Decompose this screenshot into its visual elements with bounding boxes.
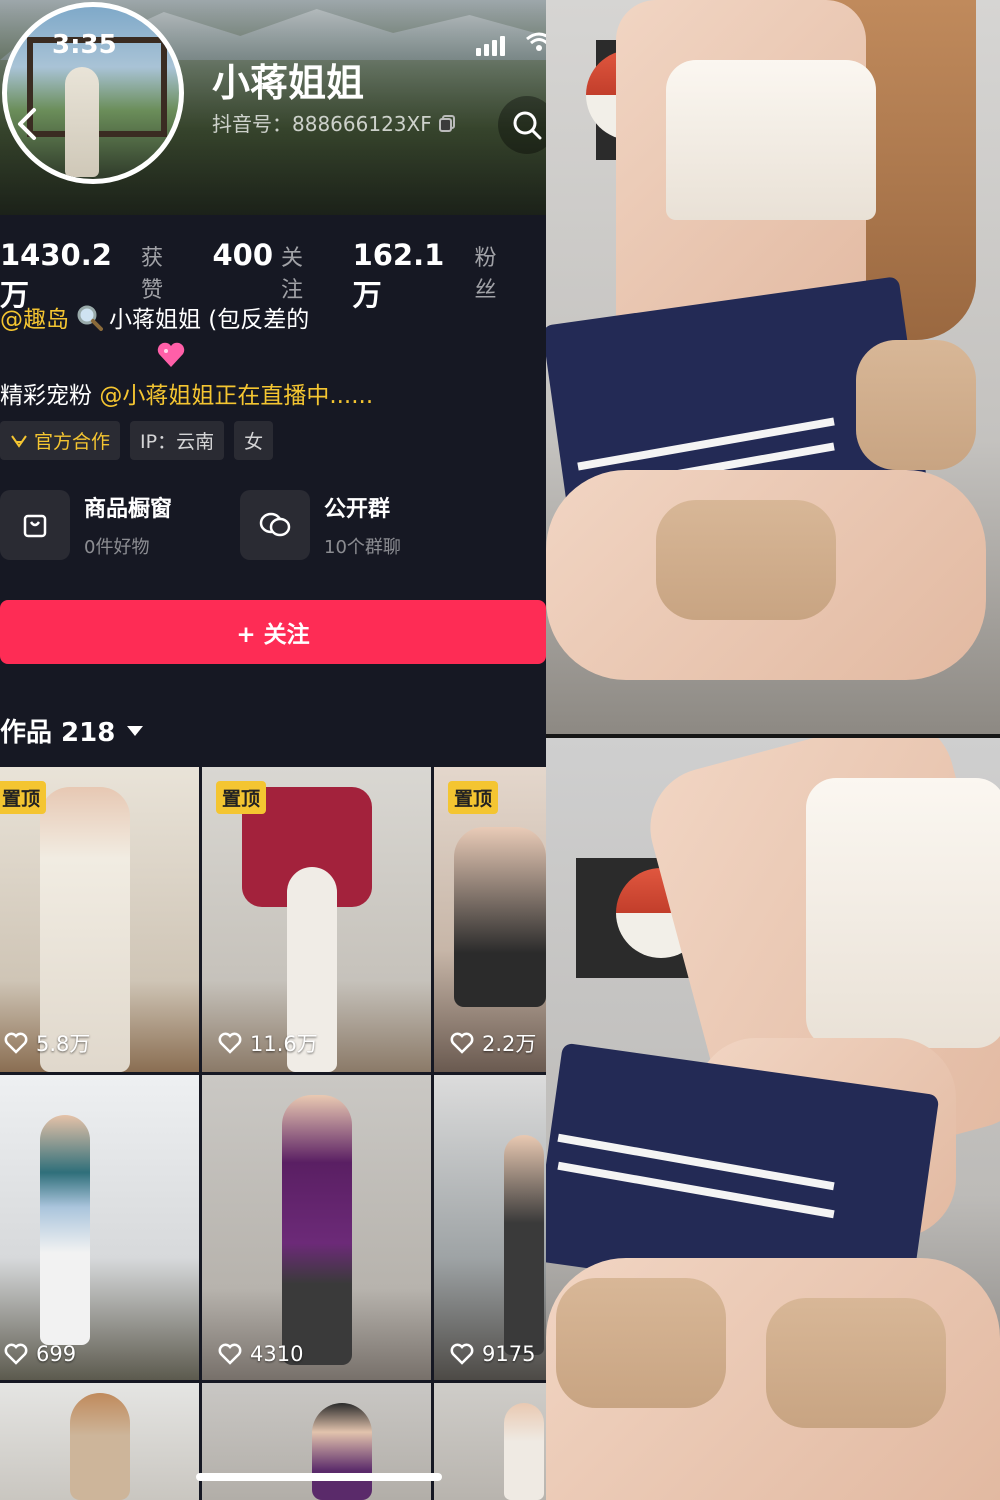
works-tab[interactable]: 作品 218 <box>0 712 144 749</box>
shop-bag-icon <box>23 514 47 538</box>
heart-outline-icon <box>450 1343 474 1365</box>
tag-ip-location: IP：云南 <box>130 421 225 460</box>
search-icon <box>513 111 542 140</box>
profile-tags: 官方合作 IP：云南 女 <box>0 421 274 460</box>
video-thumb[interactable] <box>202 1383 431 1500</box>
tag-official-partner[interactable]: 官方合作 <box>0 421 121 460</box>
video-thumb[interactable]: 置顶 5.8万 <box>0 767 199 1072</box>
shop-window-title: 商品橱窗 <box>84 497 173 522</box>
heart-outline-icon <box>4 1032 28 1054</box>
pinned-badge: 置顶 <box>216 781 267 814</box>
magnifier-emoji-icon <box>77 305 103 331</box>
chat-bubbles-icon <box>259 512 291 537</box>
bio-line-2-text: 精彩宠粉 <box>0 383 100 409</box>
video-likes-count: 4310 <box>250 1342 304 1366</box>
video-likes: 5.8万 <box>4 1028 90 1058</box>
video-likes: 2.2万 <box>450 1028 536 1058</box>
copy-icon[interactable] <box>438 114 456 132</box>
video-thumb[interactable]: 9175 <box>434 1075 546 1380</box>
bio-line-2: 精彩宠粉 @小蒋姐姐正在直播中...... <box>0 376 373 410</box>
photo-top <box>546 0 1000 734</box>
shop-window-sub: 0件好物 <box>84 537 150 558</box>
following-label[interactable]: 关注 <box>281 240 323 304</box>
pinned-badge: 置顶 <box>0 781 47 814</box>
photo-bottom <box>546 738 1000 1500</box>
follow-button[interactable]: + 关注 <box>0 600 546 664</box>
wifi-icon <box>526 32 546 51</box>
tag-official-label: 官方合作 <box>34 431 111 453</box>
video-likes-count: 699 <box>36 1342 77 1366</box>
profile-name: 小蒋姐姐 <box>212 61 365 105</box>
video-thumb[interactable]: 置顶 2.2万 <box>434 767 546 1072</box>
sparkling-heart-icon <box>157 342 185 367</box>
bio-text: 小蒋姐姐 (包反差的 <box>109 307 310 333</box>
video-likes: 4310 <box>218 1342 303 1366</box>
video-likes-count: 5.8万 <box>36 1032 91 1056</box>
video-likes: 699 <box>4 1342 76 1366</box>
video-thumb[interactable]: 置顶 11.6万 <box>202 767 431 1072</box>
pinned-badge: 置顶 <box>448 781 499 814</box>
video-likes-count: 2.2万 <box>482 1032 537 1056</box>
public-group-sub: 10个群聊 <box>324 537 401 558</box>
heart-outline-icon <box>450 1032 474 1054</box>
shop-window-card[interactable]: 商品橱窗 0件好物 <box>0 490 240 560</box>
profile-screen: 3:35 小蒋姐姐 抖音号：888666123XF 1430.2万 获赞 400… <box>0 0 546 1500</box>
douyin-id-text: 抖音号：888666123XF <box>212 112 432 136</box>
dropdown-triangle-icon <box>127 725 144 736</box>
live-mention-link[interactable]: @小蒋姐姐正在直播中...... <box>99 383 373 409</box>
video-thumb[interactable]: 4310 <box>202 1075 431 1380</box>
works-tab-label: 作品 218 <box>0 718 116 748</box>
profile-cards: 商品橱窗 0件好物 公开群 10个群聊 <box>0 490 480 560</box>
followers-count[interactable]: 162.1万 <box>353 238 467 314</box>
video-thumb[interactable]: 699 <box>0 1075 199 1380</box>
heart-outline-icon <box>4 1343 28 1365</box>
home-indicator <box>196 1473 442 1481</box>
video-likes-count: 9175 <box>482 1342 536 1366</box>
likes-label: 获赞 <box>140 246 163 303</box>
public-group-title: 公开群 <box>324 497 391 522</box>
followers-label[interactable]: 粉丝 <box>474 240 516 304</box>
video-thumb[interactable] <box>434 1383 546 1500</box>
heart-outline-icon <box>218 1343 242 1365</box>
signal-icon <box>476 36 505 56</box>
status-time: 3:35 <box>52 30 117 60</box>
bio-line-1: @趣岛 小蒋姐姐 (包反差的 <box>0 300 309 334</box>
video-likes: 9175 <box>450 1342 535 1366</box>
bio-mention-link[interactable]: @趣岛 <box>0 300 69 334</box>
video-thumb[interactable] <box>0 1383 199 1500</box>
following-count[interactable]: 400 <box>212 238 273 272</box>
heart-outline-icon <box>218 1032 242 1054</box>
douyin-id: 抖音号：888666123XF <box>212 108 456 137</box>
video-likes: 11.6万 <box>218 1028 318 1058</box>
back-arrow-icon[interactable] <box>12 104 40 144</box>
public-group-card[interactable]: 公开群 10个群聊 <box>240 490 480 560</box>
video-likes-count: 11.6万 <box>250 1032 318 1056</box>
official-badge-icon <box>11 434 27 448</box>
tag-gender: 女 <box>234 421 274 460</box>
